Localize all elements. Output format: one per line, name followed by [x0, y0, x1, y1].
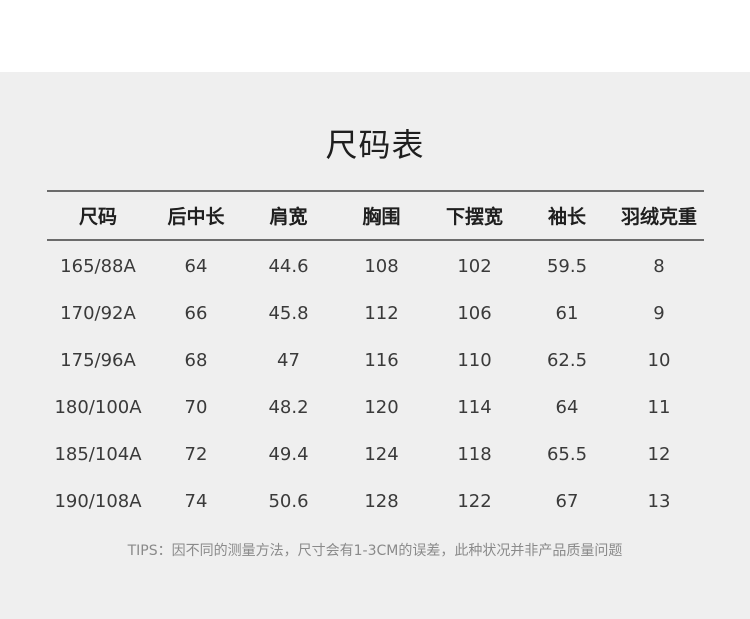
table-cell: 102	[457, 256, 492, 277]
table-cell: 106	[457, 303, 492, 324]
size-table: 尺码 后中长 肩宽 胸围 下摆宽 袖长 羽绒克重 165/88A 64 44.6…	[47, 190, 704, 525]
table-cell: 59.5	[546, 256, 588, 277]
table-cell: 45.8	[268, 303, 309, 324]
table-cell: 68	[184, 350, 208, 371]
page-title: 尺码表	[325, 126, 425, 164]
table-cell: 44.6	[268, 256, 309, 277]
table-header: 尺码 后中长 肩宽 胸围 下摆宽 袖长 羽绒克重	[47, 191, 704, 240]
table-cell: 64	[555, 397, 579, 418]
header-sleeve-length: 袖长	[547, 206, 586, 228]
tips-note: TIPS：因不同的测量方法，尺寸会有1-3CM的误差，此种状况并非产品质量问题	[127, 543, 623, 559]
table-cell: 12	[647, 444, 671, 465]
table-row: 190/108A 74 50.6 128 122 67 13	[47, 478, 704, 525]
table-cell: 9	[653, 303, 665, 324]
table-cell: 74	[184, 491, 208, 512]
table-cell: 65.5	[546, 444, 588, 465]
table-cell: 47	[277, 350, 300, 371]
table-cell: 190/108A	[54, 491, 142, 512]
table-cell: 10	[647, 350, 671, 371]
table-cell: 116	[364, 350, 399, 371]
top-blank-area	[0, 0, 750, 72]
table-cell: 11	[647, 397, 671, 418]
table-body: 165/88A 64 44.6 108 102 59.5 8 170/92A 6…	[47, 240, 704, 525]
header-chest: 胸围	[362, 206, 401, 228]
header-row: 尺码 后中长 肩宽 胸围 下摆宽 袖长 羽绒克重	[47, 191, 704, 240]
header-back-length: 后中长	[167, 206, 225, 228]
table-cell: 118	[457, 444, 492, 465]
table-row: 170/92A 66 45.8 112 106 61 9	[47, 290, 704, 337]
table-row: 180/100A 70 48.2 120 114 64 11	[47, 384, 704, 431]
header-hem-width: 下摆宽	[445, 206, 503, 228]
table-cell: 64	[184, 256, 208, 277]
table-cell: 112	[364, 303, 399, 324]
table-cell: 128	[364, 491, 399, 512]
table-cell: 70	[184, 397, 208, 418]
table-cell: 185/104A	[54, 444, 142, 465]
table-row: 185/104A 72 49.4 124 118 65.5 12	[47, 431, 704, 478]
table-cell: 66	[184, 303, 208, 324]
table-cell: 62.5	[546, 350, 588, 371]
table-cell: 124	[364, 444, 399, 465]
size-chart-panel: 尺码表 尺码 后中长 肩宽 胸围 下摆宽 袖长 羽绒克重 165/88A 64 …	[0, 72, 750, 619]
table-cell: 48.2	[268, 397, 309, 418]
table-cell: 175/96A	[60, 350, 136, 371]
table-cell: 122	[457, 491, 492, 512]
table-cell: 61	[555, 303, 579, 324]
table-cell: 67	[555, 491, 579, 512]
table-row: 175/96A 68 47 116 110 62.5 10	[47, 337, 704, 384]
table-cell: 114	[457, 397, 492, 418]
table-row: 165/88A 64 44.6 108 102 59.5 8	[47, 240, 704, 290]
table-cell: 50.6	[268, 491, 309, 512]
header-size: 尺码	[78, 206, 117, 228]
header-shoulder-width: 肩宽	[269, 206, 308, 228]
table-cell: 108	[364, 256, 399, 277]
table-cell: 49.4	[268, 444, 309, 465]
table-cell: 120	[364, 397, 399, 418]
table-cell: 165/88A	[60, 256, 136, 277]
header-down-weight: 羽绒克重	[620, 206, 697, 228]
table-cell: 170/92A	[60, 303, 136, 324]
table-cell: 180/100A	[54, 397, 142, 418]
table-cell: 72	[184, 444, 208, 465]
table-cell: 110	[457, 350, 492, 371]
table-cell: 13	[647, 491, 671, 512]
table-cell: 8	[653, 256, 665, 277]
